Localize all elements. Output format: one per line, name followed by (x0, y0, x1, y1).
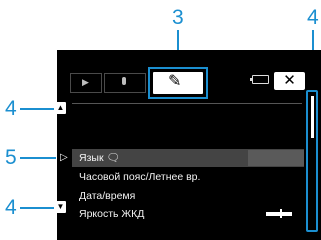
close-icon: ✕ (283, 72, 296, 89)
tab-separator (72, 103, 302, 104)
menu-item-lcd-brightness[interactable]: Яркость ЖКД (79, 209, 144, 220)
play-icon: ▶ (82, 77, 89, 87)
callout-number-4-top: 4 (307, 6, 319, 29)
callout-number-4-down: 4 (5, 196, 17, 219)
wrench-icon: ✎ (168, 73, 182, 90)
scroll-down-button[interactable]: ▼ (55, 201, 66, 213)
menu-item-date-time[interactable]: Дата/время (79, 191, 135, 202)
menu-item-language[interactable]: Язык 🗨 (79, 153, 120, 164)
leader-line-4-up (20, 108, 54, 110)
callout-number-5: 5 (5, 146, 17, 169)
down-arrow-icon: ▼ (56, 202, 65, 211)
battery-icon (250, 75, 269, 84)
leader-line-4-down (20, 207, 54, 209)
lcd-brightness-slider-knob (280, 209, 282, 218)
leader-line-5 (20, 157, 56, 159)
scroll-up-button[interactable]: ▲ (55, 102, 66, 114)
lcd-brightness-slider[interactable] (266, 212, 292, 216)
callout-number-4-up: 4 (5, 97, 17, 120)
menu-item-timezone[interactable]: Часовой пояс/Летнее вр. (79, 172, 200, 183)
selected-item-value-box (248, 150, 304, 166)
up-arrow-icon: ▲ (56, 103, 65, 112)
scrollbar[interactable] (306, 90, 318, 232)
microphone-icon (122, 77, 126, 85)
close-button[interactable]: ✕ (274, 72, 305, 90)
selection-pointer-icon: ▷ (60, 152, 68, 163)
scrollbar-thumb[interactable] (311, 96, 314, 138)
callout-number-3: 3 (172, 6, 184, 29)
